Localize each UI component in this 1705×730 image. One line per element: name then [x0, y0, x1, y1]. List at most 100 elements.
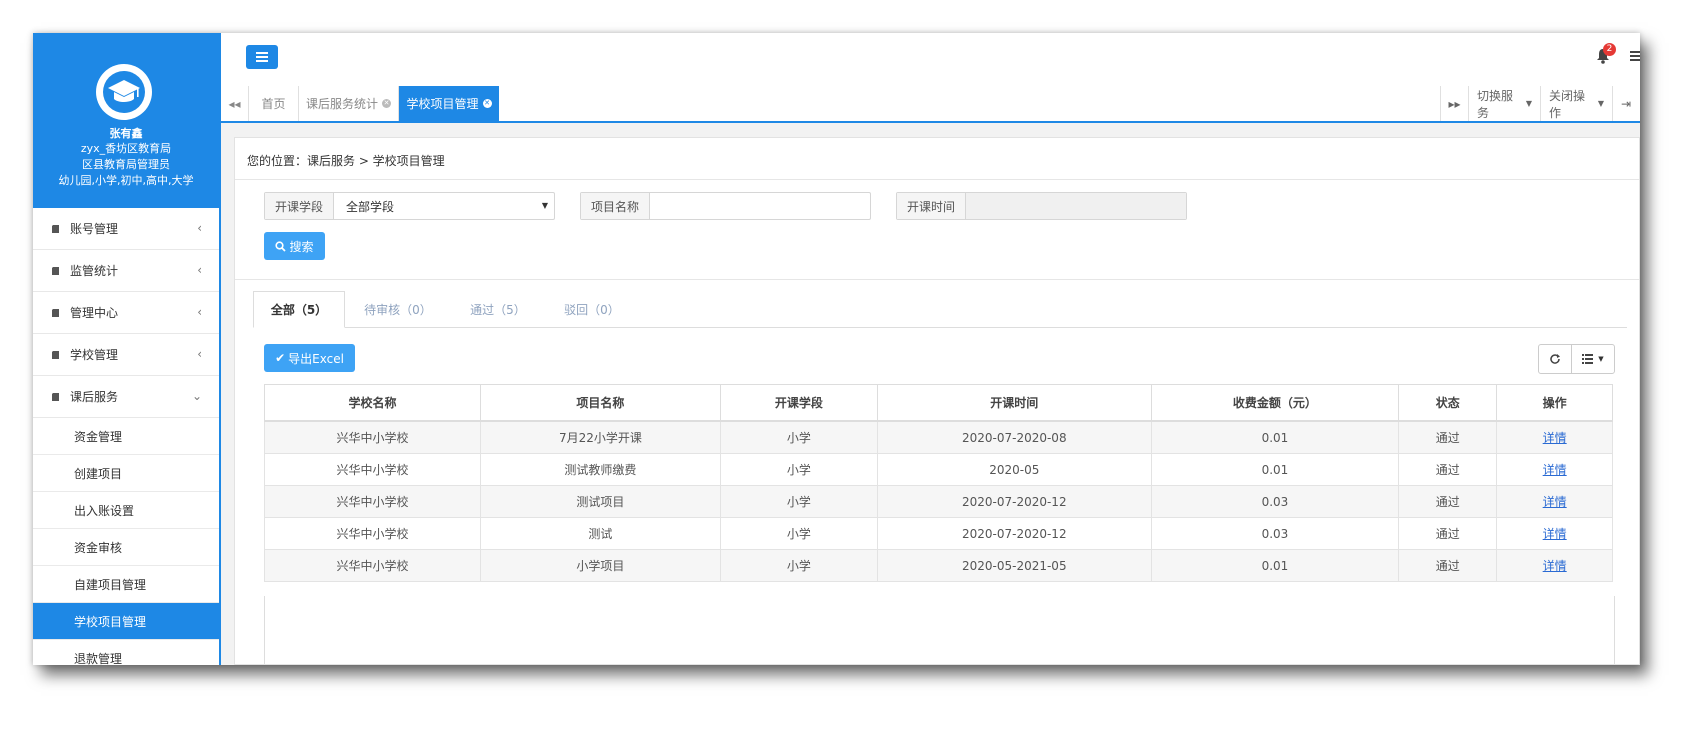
list-menu-icon[interactable]	[1630, 50, 1640, 62]
column-header[interactable]: 开课时间	[876, 384, 1152, 422]
status-tab-approved[interactable]: 通过（5）	[451, 291, 545, 327]
book-icon	[52, 224, 59, 233]
stage-cell: 小学	[719, 485, 878, 518]
sidebar-subitem-refund[interactable]: 退款管理	[33, 640, 219, 666]
menu-toggle-button[interactable]	[246, 45, 278, 69]
chevron-left-icon: ‹	[197, 347, 202, 361]
sidebar-subitem-school-projects[interactable]: 学校项目管理	[33, 603, 219, 640]
book-icon	[52, 308, 59, 317]
school-name-cell: 兴华中小学校	[264, 517, 481, 550]
sidebar-item-supervision[interactable]: 监管统计 ‹	[33, 250, 219, 292]
sidebar-subitem-self-projects[interactable]: 自建项目管理	[33, 566, 219, 603]
close-operations-dropdown[interactable]: 关闭操作 ▼	[1540, 86, 1612, 121]
main-panel: 您的位置：课后服务 > 学校项目管理 开课学段 全部学段 ▼ 项目名称 开课时间…	[234, 137, 1640, 665]
project-name-cell: 小学项目	[479, 549, 721, 582]
status-tabs: 全部（5） 待审核（0） 通过（5） 驳回（0）	[253, 291, 1627, 328]
sidebar-item-label: 管理中心	[70, 306, 119, 320]
table-row: 兴华中小学校 小学项目 小学 2020-05-2021-05 0.01 通过 详…	[264, 549, 1613, 582]
sidebar-subitem-create-project[interactable]: 创建项目	[33, 455, 219, 492]
tab-close-icon[interactable]: ✕	[382, 99, 391, 108]
sidebar-item-label: 课后服务	[70, 390, 119, 404]
sidebar-item-school[interactable]: 学校管理 ‹	[33, 334, 219, 376]
column-header[interactable]: 收费金额（元）	[1150, 384, 1400, 422]
sidebar-subitem-fund-review[interactable]: 资金审核	[33, 529, 219, 566]
export-excel-button[interactable]: ✔ 导出Excel	[264, 344, 355, 372]
hamburger-icon	[256, 52, 268, 62]
sidebar-item-account[interactable]: 账号管理 ‹	[33, 208, 219, 250]
course-time-input[interactable]	[966, 193, 1186, 219]
user-profile: 张有鑫 zyx_香坊区教育局 区县教育局管理员 幼儿园,小学,初中,高中,大学	[33, 33, 219, 208]
detail-link[interactable]: 详情	[1543, 495, 1567, 509]
project-name-input[interactable]	[650, 193, 870, 219]
detail-link[interactable]: 详情	[1543, 527, 1567, 541]
sidebar: 张有鑫 zyx_香坊区教育局 区县教育局管理员 幼儿园,小学,初中,高中,大学 …	[33, 33, 221, 665]
stage-cell: 小学	[719, 517, 878, 550]
sidebar-subitem-account-settings[interactable]: 出入账设置	[33, 492, 219, 529]
top-bar: 2	[221, 33, 1640, 87]
tab-home[interactable]: 首页	[249, 86, 299, 121]
school-name-cell: 兴华中小学校	[264, 453, 481, 486]
table-empty-area	[264, 596, 1615, 664]
search-button[interactable]: 搜索	[264, 232, 325, 260]
refresh-button[interactable]	[1539, 345, 1571, 373]
status-tab-all[interactable]: 全部（5）	[253, 291, 345, 328]
table-toolbar: ▼	[1538, 344, 1615, 374]
project-name-cell: 测试	[479, 517, 721, 550]
switch-service-dropdown[interactable]: 切换服务 ▼	[1468, 86, 1540, 121]
status-cell: 通过	[1398, 517, 1498, 550]
status-cell: 通过	[1398, 420, 1498, 454]
stage-cell: 小学	[719, 453, 878, 486]
column-header[interactable]: 项目名称	[479, 384, 721, 422]
table-row: 兴华中小学校 测试项目 小学 2020-07-2020-12 0.03 通过 详…	[264, 485, 1613, 518]
detail-link[interactable]: 详情	[1543, 463, 1567, 477]
tab-school-projects[interactable]: 学校项目管理 ✕	[399, 86, 499, 121]
course-time-label: 开课时间	[897, 193, 967, 219]
course-time-field[interactable]: 开课时间	[896, 192, 1187, 220]
stage-select[interactable]: 开课学段 全部学段 ▼	[264, 192, 555, 220]
export-excel-label: 导出Excel	[288, 351, 344, 366]
time-cell: 2020-07-2020-12	[876, 517, 1152, 550]
tab-after-school-stats[interactable]: 课后服务统计 ✕	[299, 86, 399, 121]
stage-select-value[interactable]: 全部学段	[334, 193, 554, 219]
status-cell: 通过	[1398, 453, 1498, 486]
column-header[interactable]: 操作	[1496, 384, 1613, 422]
book-icon	[52, 392, 59, 401]
action-cell: 详情	[1496, 453, 1613, 486]
logout-button[interactable]: ⇥	[1612, 86, 1640, 121]
caret-down-icon: ▼	[1525, 99, 1532, 108]
action-cell: 详情	[1496, 517, 1613, 550]
column-header[interactable]: 学校名称	[264, 384, 481, 422]
tab-label: 学校项目管理	[406, 97, 479, 111]
project-name-field[interactable]: 项目名称	[580, 192, 871, 220]
detail-link[interactable]: 详情	[1543, 431, 1567, 445]
table-row: 兴华中小学校 测试教师缴费 小学 2020-05 0.01 通过 详情	[264, 453, 1613, 486]
caret-down-icon: ▼	[1598, 355, 1604, 363]
avatar[interactable]	[96, 64, 152, 120]
stage-label: 开课学段	[265, 193, 335, 219]
tab-close-icon[interactable]: ✕	[482, 99, 492, 108]
sidebar-item-management[interactable]: 管理中心 ‹	[33, 292, 219, 334]
app-window: 张有鑫 zyx_香坊区教育局 区县教育局管理员 幼儿园,小学,初中,高中,大学 …	[33, 33, 1640, 665]
project-name-cell: 测试教师缴费	[479, 453, 721, 486]
column-header[interactable]: 开课学段	[719, 384, 878, 422]
sidebar-item-after-school[interactable]: 课后服务 ⌄	[33, 376, 219, 418]
detail-link[interactable]: 详情	[1543, 559, 1567, 573]
sidebar-item-label: 监管统计	[70, 264, 119, 278]
status-tab-pending[interactable]: 待审核（0）	[345, 291, 451, 327]
tabs-scroll-left-button[interactable]: ◂◂	[221, 86, 249, 121]
user-name: 张有鑫	[109, 127, 143, 140]
tabs-scroll-right-button[interactable]: ▸▸	[1440, 86, 1468, 121]
columns-toggle-button[interactable]: ▼	[1571, 345, 1614, 373]
amount-cell: 0.03	[1150, 517, 1400, 550]
list-icon	[1582, 354, 1594, 364]
sidebar-subitem-fund[interactable]: 资金管理	[33, 418, 219, 455]
projects-table: 学校名称 项目名称 开课学段 开课时间 收费金额（元） 状态 操作 兴华中小学校…	[264, 384, 1613, 582]
amount-cell: 0.01	[1150, 420, 1400, 454]
status-tab-rejected[interactable]: 驳回（0）	[545, 291, 639, 327]
caret-down-icon: ▼	[541, 201, 548, 210]
chevron-left-icon: ‹	[197, 305, 202, 319]
check-icon: ✔	[275, 351, 286, 365]
amount-cell: 0.01	[1150, 549, 1400, 582]
column-header[interactable]: 状态	[1398, 384, 1498, 422]
user-account: zyx_香坊区教育局	[80, 142, 172, 155]
